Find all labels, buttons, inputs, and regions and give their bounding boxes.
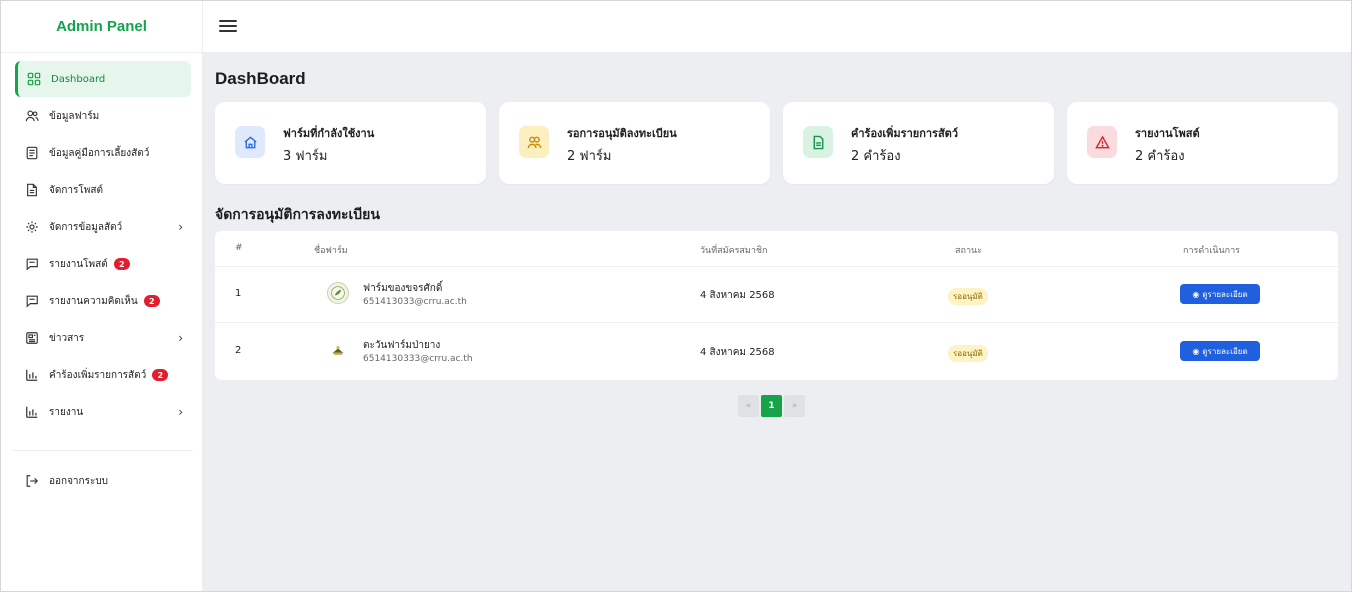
logout-icon [25,474,39,488]
table-row: 1 ฟาร์มของขจรศักดิ์ 651413033@crru.ac.th… [215,267,1338,323]
stat-card-animal-requests[interactable]: คำร้องเพิ่มรายการสัตว์ 2 คำร้อง [783,102,1054,184]
stat-card-pending-registrations[interactable]: รอการอนุมัติลงทะเบียน 2 ฟาร์ม [499,102,770,184]
book-icon [25,146,39,160]
stat-card-title: รายงานโพสต์ [1135,127,1200,140]
sidebar-item-label: จัดการข้อมูลสัตว์ [49,221,123,233]
logout-button[interactable]: ออกจากระบบ [15,464,191,498]
pagination-page-button[interactable]: 1 [761,395,782,417]
menu-toggle-icon[interactable] [219,17,237,35]
sidebar-item-label: รายงานโพสต์ [49,258,108,270]
farm-name: ตะวันฟาร์มป่ายาง [363,340,441,351]
stat-card-value: 3 ฟาร์ม [283,149,328,164]
stat-card-post-reports[interactable]: รายงานโพสต์ 2 คำร้อง [1067,102,1338,184]
pagination: « 1 » [738,395,805,417]
table-header: # ชื่อฟาร์ม วันที่สมัครสมาชิก สถานะ การด… [215,231,1338,267]
home-icon [235,126,265,158]
sidebar-item-post-reports[interactable]: รายงานโพสต์ 2 [15,246,191,282]
eye-icon: ◉ [1192,289,1200,299]
dashboard-grid-icon [27,72,41,86]
sidebar-item-label: ข้อมูลฟาร์ม [49,110,100,122]
stat-card-value: 2 คำร้อง [1135,149,1185,164]
row-number: 1 [235,288,242,299]
stat-card-title: ฟาร์มที่กำลังใช้งาน [283,127,375,140]
page-title: DashBoard [215,69,306,88]
farm-email: 6514130333@crru.ac.th [363,354,473,364]
sidebar-item-news[interactable]: ข่าวสาร › [15,320,191,356]
pagination-next-button[interactable]: » [784,395,805,417]
chevron-right-icon: › [178,220,183,234]
sidebar-item-comment-reports[interactable]: รายงานความคิดเห็น 2 [15,283,191,319]
view-details-button[interactable]: ◉ ดูรายละเอียด [1180,341,1260,361]
chevron-right-icon: › [178,331,183,345]
sidebar-item-dashboard[interactable]: Dashboard [15,61,191,97]
sidebar-item-reports[interactable]: รายงาน › [15,394,191,430]
stat-card-value: 2 ฟาร์ม [567,149,612,164]
column-header-farm-name: ชื่อฟาร์ม [314,246,348,256]
file-icon [803,126,833,158]
sidebar-item-label: ข่าวสาร [49,332,85,344]
sidebar-item-animal-requests[interactable]: คำร้องเพิ่มรายการสัตว์ 2 [15,357,191,393]
bar-chart-icon [25,405,39,419]
sidebar-item-label: รายงาน [49,406,84,418]
column-header-actions: การดำเนินการ [1183,246,1240,256]
sidebar-item-farm-info[interactable]: ข้อมูลฟาร์ม [15,98,191,134]
sidebar-nav: Dashboard ข้อมูลฟาร์ม ข้อมูลคู่มือการเลี… [1,61,203,431]
news-icon [25,331,39,345]
users-icon [25,109,39,123]
column-header-number: # [235,243,243,253]
notification-badge: 2 [143,295,160,307]
message-icon [25,257,39,271]
sidebar-item-manage-animals[interactable]: จัดการข้อมูลสัตว์ › [15,209,191,245]
brand-title[interactable]: Admin Panel [1,1,202,53]
column-header-register-date: วันที่สมัครสมาชิก [700,246,768,256]
bar-chart-icon [25,368,39,382]
sidebar-item-label: คำร้องเพิ่มรายการสัตว์ [49,369,147,381]
sidebar-item-label: ข้อมูลคู่มือการเลี้ยงสัตว์ [49,147,150,159]
sidebar-item-label: จัดการโพสต์ [49,184,103,196]
notification-badge: 2 [152,369,169,381]
sidebar-divider [13,450,193,451]
table-row: 2 ตะวันฟาร์มป่ายาง 6514130333@crru.ac.th… [215,324,1338,380]
view-details-button[interactable]: ◉ ดูรายละเอียด [1180,284,1260,304]
eye-icon: ◉ [1192,346,1200,356]
registration-table: # ชื่อฟาร์ม วันที่สมัครสมาชิก สถานะ การด… [215,231,1338,380]
top-bar [203,1,1351,52]
stat-card-active-farms[interactable]: ฟาร์มที่กำลังใช้งาน 3 ฟาร์ม [215,102,486,184]
file-icon [25,183,39,197]
stat-card-title: คำร้องเพิ่มรายการสัตว์ [851,127,958,140]
stat-card-title: รอการอนุมัติลงทะเบียน [567,127,677,140]
sidebar: Admin Panel Dashboard ข้อมูลฟาร์ม ข้อมูล… [1,1,203,591]
logout-label: ออกจากระบบ [49,475,109,487]
stat-card-value: 2 คำร้อง [851,149,901,164]
notification-badge: 2 [113,258,130,270]
pagination-prev-button[interactable]: « [738,395,759,417]
gear-icon [25,220,39,234]
row-number: 2 [235,345,242,356]
farm-email: 651413033@crru.ac.th [363,297,467,307]
users-icon [519,126,549,158]
register-date: 4 สิงหาคม 2568 [700,290,775,301]
sidebar-item-label: รายงานความคิดเห็น [49,295,138,307]
farm-name: ฟาร์มของขจรศักดิ์ [363,283,443,294]
sidebar-item-manage-posts[interactable]: จัดการโพสต์ [15,172,191,208]
status-badge: รออนุมัติ [948,345,988,362]
view-details-label: ดูรายละเอียด [1202,346,1248,356]
view-details-label: ดูรายละเอียด [1202,289,1248,299]
sidebar-item-animal-guide[interactable]: ข้อมูลคู่มือการเลี้ยงสัตว์ [15,135,191,171]
chevron-right-icon: › [178,405,183,419]
farm-logo-icon [327,339,349,361]
farm-logo-icon [327,282,349,304]
sidebar-item-label: Dashboard [51,73,106,85]
column-header-status: สถานะ [955,246,982,256]
register-date: 4 สิงหาคม 2568 [700,347,775,358]
alert-triangle-icon [1087,126,1117,158]
message-icon [25,294,39,308]
section-title: จัดการอนุมัติการลงทะเบียน [215,207,380,223]
status-badge: รออนุมัติ [948,288,988,305]
main-content: DashBoard ฟาร์มที่กำลังใช้งาน 3 ฟาร์ม รอ… [203,52,1351,591]
